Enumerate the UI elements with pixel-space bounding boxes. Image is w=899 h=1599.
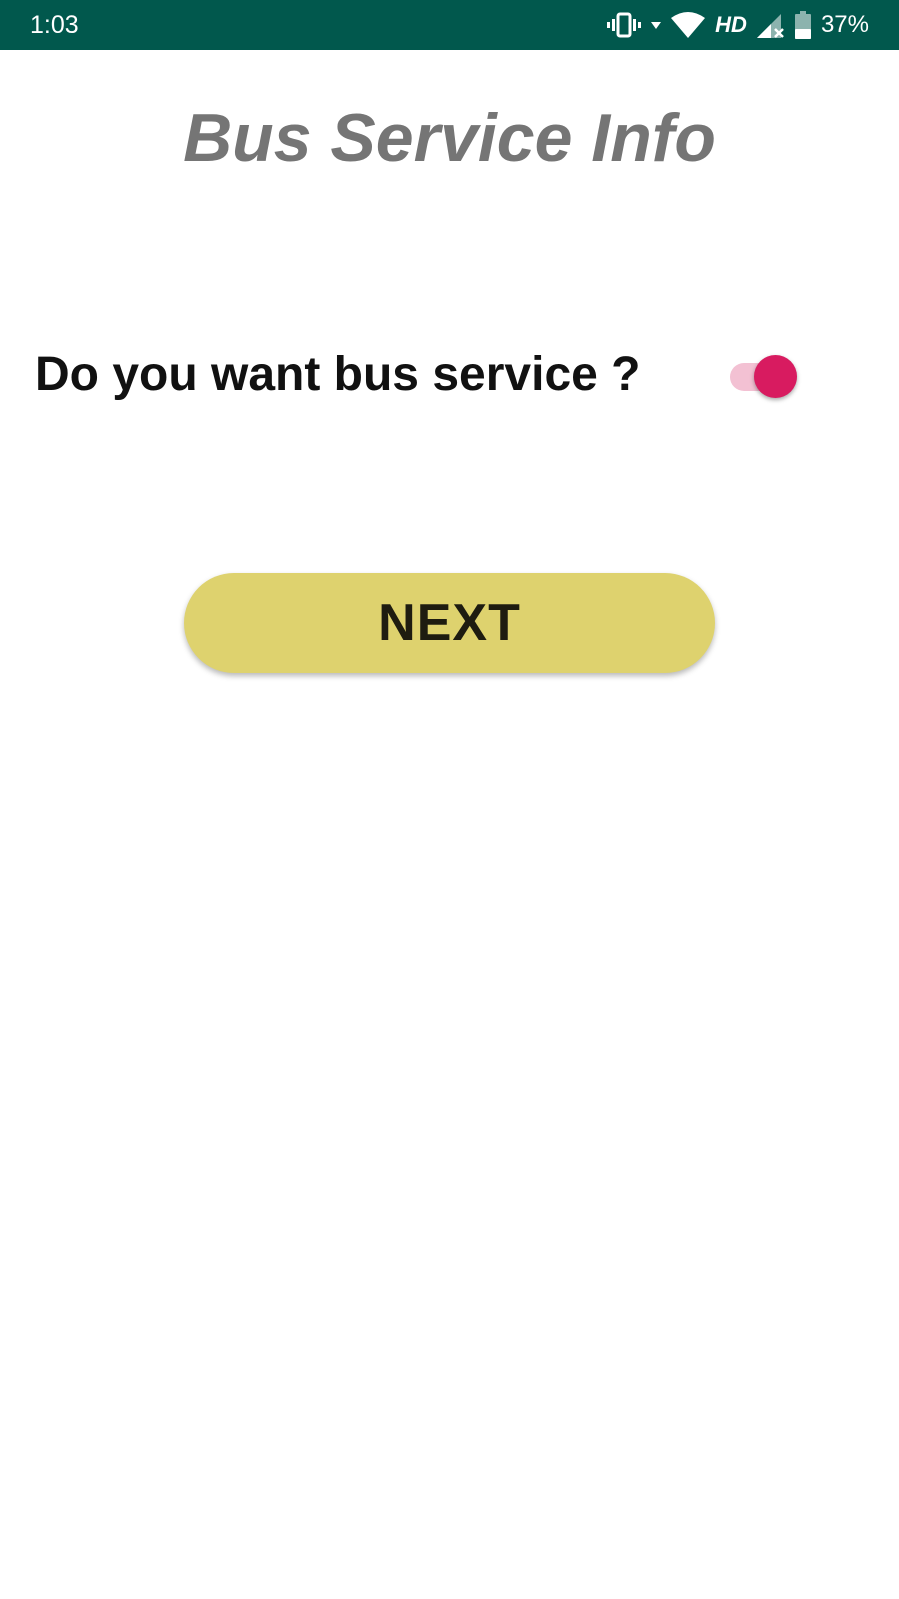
status-icons: HD 37% xyxy=(607,8,869,42)
page-title: Bus Service Info xyxy=(183,100,716,176)
next-button[interactable]: NEXT xyxy=(184,573,715,673)
status-bar: 1:03 HD 37% xyxy=(0,0,899,50)
data-arrow-icon xyxy=(651,20,662,30)
bus-service-question: Do you want bus service ? xyxy=(35,348,641,401)
battery-percent: 37% xyxy=(820,11,869,38)
status-time: 1:03 xyxy=(30,11,79,39)
battery-icon xyxy=(794,11,811,39)
toggle-thumb xyxy=(754,355,797,398)
bus-service-toggle[interactable] xyxy=(728,352,800,402)
wifi-icon xyxy=(671,12,706,38)
network-type-label: HD xyxy=(715,12,747,37)
signal-icon xyxy=(756,12,785,38)
vibrate-icon xyxy=(607,12,642,38)
